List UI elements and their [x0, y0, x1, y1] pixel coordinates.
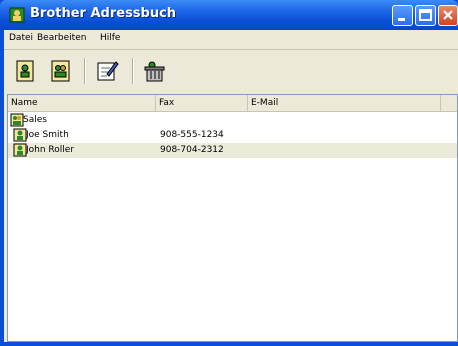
- column-email[interactable]: E-Mail: [248, 95, 441, 111]
- menu-datei[interactable]: Datei: [9, 33, 33, 43]
- menu-bar: Datei Bearbeiten Hilfe: [4, 30, 458, 49]
- close-icon: [443, 10, 453, 20]
- contact-icon: [13, 143, 27, 157]
- group-icon: [10, 113, 24, 127]
- minimize-icon: [398, 18, 405, 21]
- contact-list[interactable]: Name Fax E-Mail Sales Joe Smith 908-555-…: [7, 94, 458, 342]
- title-bar[interactable]: Brother Adressbuch: [0, 0, 458, 30]
- window-title: Brother Adressbuch: [30, 6, 177, 21]
- minimize-button[interactable]: [392, 5, 413, 26]
- toolbar-separator: [132, 58, 134, 84]
- column-fax[interactable]: Fax: [156, 95, 248, 111]
- list-item-joe-smith[interactable]: Joe Smith 908-555-1234: [8, 128, 457, 143]
- menu-bearbeiten[interactable]: Bearbeiten: [37, 33, 86, 43]
- maximize-button[interactable]: [415, 5, 436, 26]
- contact-icon: [13, 128, 27, 142]
- list-item-sales[interactable]: Sales: [8, 113, 457, 128]
- address-book-window: Brother Adressbuch Datei Bearbeiten Hilf…: [0, 0, 458, 346]
- maximize-icon: [419, 9, 432, 21]
- delete-icon[interactable]: [143, 59, 167, 83]
- contact-fax: 908-555-1234: [160, 130, 224, 140]
- contact-name: Joe Smith: [26, 130, 69, 140]
- edit-icon[interactable]: [95, 59, 119, 83]
- list-header: Name Fax E-Mail: [8, 95, 457, 112]
- contact-name: Sales: [23, 115, 47, 125]
- client-area: Datei Bearbeiten Hilfe Name Fax E-Mail S…: [4, 30, 458, 342]
- toolbar-separator: [84, 58, 86, 84]
- menu-hilfe[interactable]: Hilfe: [100, 33, 120, 43]
- toolbar: [4, 50, 458, 92]
- list-item-john-roller[interactable]: John Roller 908-704-2312: [8, 143, 457, 158]
- new-contact-icon[interactable]: [14, 59, 38, 83]
- contact-fax: 908-704-2312: [160, 145, 224, 155]
- address-book-icon: [9, 7, 25, 23]
- new-group-icon[interactable]: [49, 59, 73, 83]
- contact-name: John Roller: [26, 145, 75, 155]
- column-name[interactable]: Name: [8, 95, 156, 111]
- close-button[interactable]: [438, 5, 458, 26]
